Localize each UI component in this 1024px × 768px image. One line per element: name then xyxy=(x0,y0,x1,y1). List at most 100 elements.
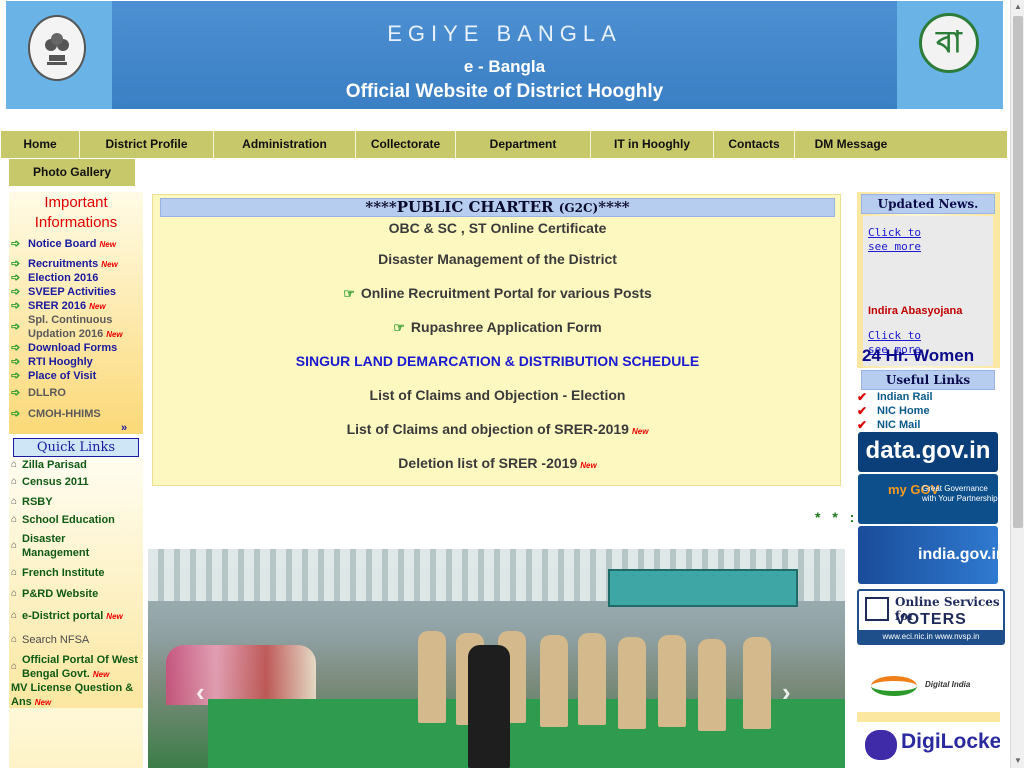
quick-link-search-nfsa[interactable]: ⌂ Search NFSA xyxy=(11,633,89,647)
important-item-download-forms[interactable]: ➩ Download Forms xyxy=(11,341,117,355)
quick-link-label: Census 2011 xyxy=(22,476,89,488)
header-subtitle: e - Bangla xyxy=(463,57,546,76)
nav-photo-gallery[interactable]: Photo Gallery xyxy=(9,159,135,186)
quick-link-rsby[interactable]: ⌂ RSBY xyxy=(11,495,53,509)
charter-link-srer-2019-deletion[interactable]: Deletion list of SRER -2019 New xyxy=(153,455,842,474)
scrollbar-thumb[interactable] xyxy=(1013,16,1023,528)
useful-link-label: NIC Mail xyxy=(877,419,921,431)
quick-link-school-education[interactable]: ⌂ School Education xyxy=(11,513,115,527)
new-badge: New xyxy=(99,240,116,249)
charter-link-srer-2019-claims[interactable]: List of Claims and objection of SRER-201… xyxy=(153,421,842,440)
important-informations-panel: Important Informations ➩ Notice Board New… xyxy=(9,192,143,434)
charter-link-label: Rupashree Application Form xyxy=(410,319,602,335)
quick-link-label: French Institute xyxy=(22,567,105,579)
quick-link-census-2011[interactable]: ⌂ Census 2011 xyxy=(11,475,89,489)
charter-link-recruitment-portal[interactable]: ☞ Online Recruitment Portal for various P… xyxy=(153,285,842,302)
charter-title-end: **** xyxy=(598,198,630,216)
quick-link-disaster-management[interactable]: ⌂ Disaster Management xyxy=(11,532,131,560)
nav-administration[interactable]: Administration xyxy=(214,131,356,158)
charter-link-claims-election[interactable]: List of Claims and Objection - Election xyxy=(153,387,842,403)
charter-link-obc-certificate[interactable]: OBC & SC , ST Online Certificate xyxy=(153,220,842,236)
arrow-icon: ➩ xyxy=(11,387,21,399)
quick-link-wb-govt-portal[interactable]: ⌂ Official Portal Of West Bengal Govt. Ne… xyxy=(11,653,141,682)
nav-department[interactable]: Department xyxy=(456,131,591,158)
important-item-srer-2016[interactable]: ➩ SRER 2016 New xyxy=(11,299,106,314)
nav-contacts[interactable]: Contacts xyxy=(714,131,795,158)
slide-prev-arrow-icon[interactable]: ‹ xyxy=(196,677,205,708)
important-item-cmoh-hhims[interactable]: ➩ CMOH-HHIMS xyxy=(11,407,101,421)
charter-link-rupashree[interactable]: ☞ Rupashree Application Form xyxy=(153,319,842,336)
quick-link-label: RSBY xyxy=(22,496,53,508)
quick-link-mv-license[interactable]: MV License Question & Ans New xyxy=(11,681,143,710)
datagov-banner[interactable]: data.gov.in xyxy=(858,432,998,472)
arrow-icon: ➩ xyxy=(11,238,21,250)
news-item-indira-abasyojana[interactable]: Indira Abasyojana xyxy=(868,305,962,317)
important-item-label: DLLRO xyxy=(28,387,66,399)
digital-india-banner[interactable]: Digital India xyxy=(857,660,1000,712)
nav-district-profile[interactable]: District Profile xyxy=(80,131,214,158)
quick-link-prd-website[interactable]: ⌂ P&RD Website xyxy=(11,587,98,601)
important-item-recruitments[interactable]: ➩ Recruitments New xyxy=(11,257,118,272)
important-item-sveep[interactable]: ➩ SVEEP Activities xyxy=(11,285,116,299)
useful-link-indian-rail[interactable]: ✔ Indian Rail xyxy=(857,390,933,404)
photo-slideshow[interactable]: ‹ › xyxy=(148,549,845,768)
slide-next-arrow-icon[interactable]: › xyxy=(782,677,791,708)
news-headline-24hr-women[interactable]: 24 Hr. Women xyxy=(862,346,974,366)
header-banner: EGIYE BANGLA e - Bangla Official Website… xyxy=(6,1,1003,109)
quick-link-zilla-parisad[interactable]: ⌂ Zilla Parisad xyxy=(11,458,87,472)
important-item-dllro[interactable]: ➩ DLLRO xyxy=(11,386,66,400)
arrow-icon: ➩ xyxy=(11,342,21,354)
online-voters-banner[interactable]: Online Services for VOTERS www.eci.nic.i… xyxy=(857,589,1005,645)
slide-police-figure xyxy=(618,637,646,729)
public-charter-panel: ****PUBLIC CHARTER (G2C)**** OBC & SC , … xyxy=(152,194,841,486)
scroll-down-arrow-icon[interactable]: ▼ xyxy=(1011,754,1024,768)
arrow-icon: ➩ xyxy=(11,286,21,298)
mygov-tagline: Great Governance with Your Partnership xyxy=(922,484,998,503)
mygov-banner[interactable]: my GOV Great Governance with Your Partne… xyxy=(858,474,998,524)
home-icon: ⌂ xyxy=(11,610,18,621)
nav-home[interactable]: Home xyxy=(1,131,80,158)
page-scrollbar[interactable]: ▲ ▼ xyxy=(1010,0,1024,768)
new-badge: New xyxy=(34,698,52,707)
nav-dm-message[interactable]: DM Message xyxy=(795,131,907,158)
nav-it-in-hooghly[interactable]: IT in Hooghly xyxy=(591,131,714,158)
indiagov-banner[interactable]: india.gov.in xyxy=(858,526,998,584)
digilocker-banner[interactable]: DigiLocker xyxy=(857,724,1000,768)
arrow-icon: ➩ xyxy=(11,272,21,284)
useful-link-nic-home[interactable]: ✔ NIC Home xyxy=(857,404,930,418)
important-item-place-of-visit[interactable]: ➩ Place of Visit xyxy=(11,369,96,383)
digital-india-label: Digital India xyxy=(925,680,971,689)
quick-link-label: Disaster Management xyxy=(22,533,90,559)
new-badge: New xyxy=(92,670,110,679)
quick-link-french-institute[interactable]: ⌂ French Institute xyxy=(11,566,105,580)
arrow-icon: ➩ xyxy=(11,408,21,420)
slide-signboard-graphic xyxy=(608,569,798,607)
pointing-hand-icon: ☞ xyxy=(343,286,355,301)
nav-collectorate[interactable]: Collectorate xyxy=(356,131,456,158)
quick-link-e-district-portal[interactable]: ⌂ e-District portal New xyxy=(11,609,123,624)
important-item-label: SRER 2016 xyxy=(28,300,87,312)
right-divider xyxy=(857,712,1000,722)
important-item-rti-hooghly[interactable]: ➩ RTI Hooghly xyxy=(11,355,93,369)
important-item-notice-board[interactable]: ➩ Notice Board New xyxy=(11,237,116,252)
quick-links-panel: ⌂ Zilla Parisad ⌂ Census 2011 ⌂ RSBY ⌂ S… xyxy=(9,458,143,708)
important-item-election-2016[interactable]: ➩ Election 2016 xyxy=(11,271,98,285)
important-item-label: RTI Hooghly xyxy=(28,356,93,368)
click-to-see-more-link[interactable]: Click to see more xyxy=(868,226,938,254)
slide-crowd-graphic xyxy=(166,645,316,705)
scroll-up-arrow-icon[interactable]: ▲ xyxy=(1011,0,1024,14)
charter-link-disaster-management[interactable]: Disaster Management of the District xyxy=(153,251,842,267)
charter-link-label: Deletion list of SRER -2019 xyxy=(398,455,578,471)
charter-link-label: List of Claims and objection of SRER-201… xyxy=(346,421,629,437)
charter-link-singur-land[interactable]: SINGUR LAND DEMARCATION & DISTRIBUTION S… xyxy=(153,353,842,369)
check-icon: ✔ xyxy=(857,390,868,404)
more-arrows-icon[interactable]: » xyxy=(121,422,127,434)
arrow-icon: ➩ xyxy=(11,258,21,270)
updated-news-scroller: Click to see more Indira Abasyojana Clic… xyxy=(863,216,993,366)
useful-link-nic-mail[interactable]: ✔ NIC Mail xyxy=(857,418,920,432)
important-item-spl-updation[interactable]: ➩ Spl. Continuous Updation 2016 New xyxy=(11,313,139,342)
digilocker-label: DigiLocker xyxy=(901,730,1000,753)
header-title-area: EGIYE BANGLA e - Bangla Official Website… xyxy=(112,1,897,109)
quick-link-label: Official Portal Of West Bengal Govt. xyxy=(22,654,138,680)
home-icon: ⌂ xyxy=(11,634,18,645)
